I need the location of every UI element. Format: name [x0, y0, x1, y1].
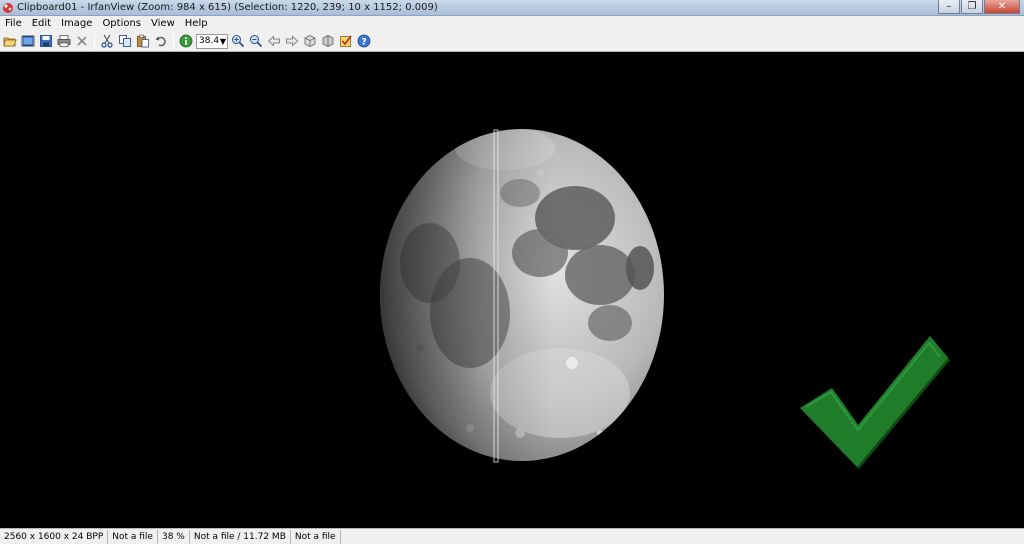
status-file-date: Not a file — [291, 529, 341, 544]
status-zoom-percent: 38 % — [158, 529, 190, 544]
menu-file[interactable]: File — [0, 16, 27, 31]
menu-bar: File Edit Image Options View Help — [0, 16, 1024, 31]
menu-help[interactable]: Help — [180, 16, 213, 31]
print-icon — [57, 35, 70, 47]
previous-image-button[interactable] — [265, 33, 282, 50]
zoom-level-select[interactable]: 38.4 ▼ — [196, 33, 228, 49]
zoom-in-icon — [231, 35, 244, 48]
first-image-button[interactable] — [301, 33, 318, 50]
menu-image[interactable]: Image — [56, 16, 97, 31]
info-button[interactable] — [177, 33, 194, 50]
print-button[interactable] — [55, 33, 72, 50]
close-button[interactable]: ✕ — [984, 0, 1020, 14]
title-bar: Clipboard01 - IrfanView (Zoom: 984 x 615… — [0, 0, 1024, 16]
toolbar-separator — [94, 33, 95, 49]
open-button[interactable] — [1, 33, 18, 50]
zoom-out-icon — [249, 35, 262, 48]
copy-icon — [118, 35, 131, 47]
save-icon — [39, 35, 52, 47]
window-title: Clipboard01 - IrfanView (Zoom: 984 x 615… — [17, 2, 438, 13]
minimize-button[interactable]: – — [938, 0, 960, 14]
help-icon: ? — [357, 34, 370, 48]
first-icon — [304, 35, 315, 47]
slideshow-button[interactable] — [19, 33, 36, 50]
menu-options[interactable]: Options — [97, 16, 146, 31]
cut-icon — [100, 34, 113, 48]
irfanview-app-icon — [3, 3, 13, 13]
cut-button[interactable] — [98, 33, 115, 50]
save-button[interactable] — [37, 33, 54, 50]
window-controls: – ❐ ✕ — [937, 0, 1020, 15]
toolbar: 38.4 ▼ ? — [0, 31, 1024, 52]
paste-icon — [136, 34, 149, 48]
status-file-size: Not a file / 11.72 MB — [190, 529, 291, 544]
image-canvas[interactable] — [0, 53, 1024, 528]
status-image-dimensions: 2560 x 1600 x 24 BPP — [0, 529, 109, 544]
copy-button[interactable] — [116, 33, 133, 50]
menu-edit[interactable]: Edit — [27, 16, 56, 31]
zoom-level-value: 38.4 — [199, 36, 220, 46]
checkmark-icon — [800, 336, 950, 469]
moon-image — [380, 129, 664, 463]
info-icon — [179, 34, 192, 48]
chevron-down-icon: ▼ — [219, 36, 226, 46]
last-icon — [322, 35, 333, 47]
properties-icon — [339, 35, 352, 47]
delete-button[interactable] — [73, 33, 90, 50]
delete-icon — [76, 36, 87, 46]
maximize-button[interactable]: ❐ — [961, 0, 983, 14]
toolbar-separator — [173, 33, 174, 49]
zoom-in-button[interactable] — [229, 33, 246, 50]
svg-text:?: ? — [361, 37, 366, 47]
next-image-button[interactable] — [283, 33, 300, 50]
previous-icon — [267, 35, 280, 47]
image-display — [380, 129, 950, 469]
paste-button[interactable] — [134, 33, 151, 50]
next-icon — [285, 35, 298, 47]
zoom-out-button[interactable] — [247, 33, 264, 50]
undo-button[interactable] — [152, 33, 169, 50]
status-file-index: Not a file — [108, 529, 158, 544]
last-image-button[interactable] — [319, 33, 336, 50]
undo-icon — [155, 36, 166, 47]
help-button[interactable]: ? — [355, 33, 372, 50]
open-folder-icon — [3, 37, 17, 47]
status-bar: 2560 x 1600 x 24 BPP Not a file 38 % Not… — [0, 528, 1024, 544]
slideshow-icon — [21, 35, 34, 47]
properties-button[interactable] — [337, 33, 354, 50]
menu-view[interactable]: View — [146, 16, 180, 31]
